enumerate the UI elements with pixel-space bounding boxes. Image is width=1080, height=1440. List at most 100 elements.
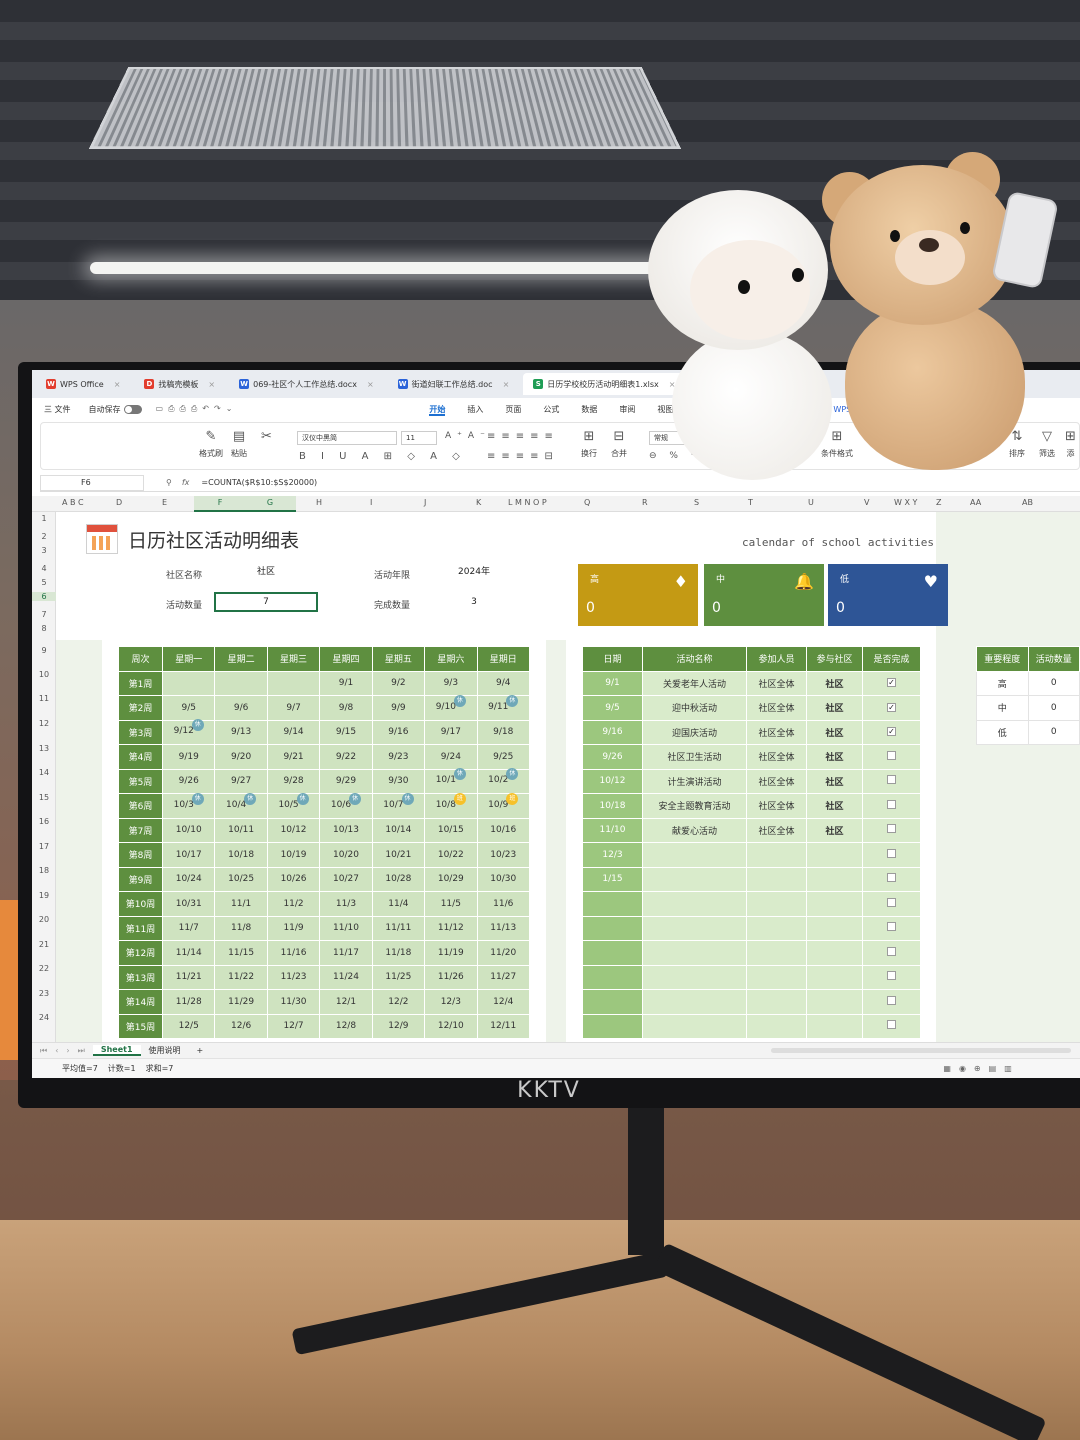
calendar-day[interactable]: 10/26 <box>266 866 321 892</box>
calendar-day[interactable]: 9/8 <box>319 695 373 721</box>
alignment-buttons[interactable]: ≡≡≡≡≡ <box>487 431 559 442</box>
calendar-day[interactable]: 10/16 <box>476 817 531 843</box>
activity-people[interactable]: 社区全体 <box>746 817 807 843</box>
calendar-day[interactable]: 11/23 <box>266 964 321 990</box>
calendar-day[interactable]: 11/12 <box>424 915 478 941</box>
calendar-day[interactable]: 9/9 <box>371 695 426 721</box>
activity-community[interactable] <box>806 842 863 868</box>
activity-date[interactable]: 9/16 <box>582 719 643 745</box>
calendar-day[interactable]: 9/26 <box>161 768 216 794</box>
calendar-day[interactable]: 10/29 <box>424 866 478 892</box>
column-label[interactable]: AB <box>1022 498 1033 507</box>
activity-name[interactable] <box>642 989 747 1015</box>
calendar-day[interactable]: 10/11 <box>214 817 268 843</box>
calendar-day[interactable]: 9/18 <box>476 719 531 745</box>
row-label[interactable]: 5 <box>32 578 56 587</box>
activity-community[interactable] <box>806 891 863 917</box>
activity-name[interactable]: 迎中秋活动 <box>642 695 747 721</box>
row-label[interactable]: 22 <box>32 964 56 973</box>
completion-checkbox[interactable] <box>887 848 896 858</box>
calendar-day[interactable]: 10/30 <box>476 866 531 892</box>
calendar-day[interactable]: 10/20 <box>319 842 373 868</box>
completion-checkbox[interactable]: ✓ <box>887 678 896 688</box>
activity-name[interactable] <box>642 891 747 917</box>
calendar-day[interactable]: 10/23 <box>476 842 531 868</box>
activity-people[interactable] <box>746 915 807 941</box>
name-box[interactable]: F6 <box>40 474 144 491</box>
calendar-day[interactable]: 10/10 <box>161 817 216 843</box>
formula-input[interactable]: =COUNTA($R$10:$S$20000) <box>201 478 317 487</box>
completion-checkbox[interactable] <box>887 995 896 1005</box>
calendar-day[interactable]: 9/24 <box>424 744 478 770</box>
close-icon[interactable]: × <box>367 380 374 389</box>
activity-date[interactable] <box>582 915 643 941</box>
sheet-tab-sheet1[interactable]: Sheet1 <box>92 1045 141 1056</box>
calendar-day[interactable] <box>161 670 216 696</box>
completion-checkbox[interactable]: ✓ <box>887 702 896 712</box>
column-label[interactable]: Q <box>584 498 590 507</box>
cut-button[interactable]: ✂ <box>261 429 272 444</box>
row-label[interactable]: 1 <box>32 514 56 523</box>
calendar-day[interactable]: 9/22 <box>319 744 373 770</box>
count-field[interactable]: 7 <box>214 592 318 612</box>
activity-date[interactable]: 9/26 <box>582 744 643 770</box>
row-label[interactable]: 15 <box>32 793 56 802</box>
completion-checkbox[interactable] <box>887 946 896 956</box>
calendar-day[interactable]: 11/15 <box>214 940 268 966</box>
calendar-day[interactable]: 12/8 <box>319 1013 373 1039</box>
activity-community[interactable] <box>806 915 863 941</box>
activity-done[interactable]: ✓ <box>862 670 921 696</box>
calendar-day[interactable]: 9/4 <box>476 670 531 696</box>
calendar-day[interactable]: 10/2休 <box>476 768 531 794</box>
row-label[interactable]: 13 <box>32 744 56 753</box>
activity-community[interactable] <box>806 940 863 966</box>
calendar-day[interactable]: 10/5休 <box>266 792 321 819</box>
calendar-day[interactable] <box>214 670 268 696</box>
quick-access-icons[interactable]: ▭⎙⎙⎙↶↷⌄ <box>156 404 238 414</box>
activity-community[interactable]: 社区 <box>806 744 863 770</box>
row-label[interactable]: 8 <box>32 624 56 633</box>
calendar-day[interactable]: 10/28 <box>371 866 426 892</box>
column-label[interactable]: W X Y <box>894 498 917 507</box>
alignment-buttons-row2[interactable]: ≡≡≡≡⊟ <box>487 451 559 462</box>
column-label[interactable]: E <box>162 498 167 507</box>
activity-community[interactable] <box>806 964 863 990</box>
horizontal-scrollbar[interactable] <box>771 1048 1072 1053</box>
calendar-day[interactable]: 9/25 <box>476 744 531 770</box>
menu-item[interactable]: 审阅 <box>619 405 635 414</box>
activity-community[interactable]: 社区 <box>806 768 863 794</box>
calendar-day[interactable]: 9/27 <box>214 768 268 794</box>
calendar-day[interactable]: 11/16 <box>266 940 321 966</box>
activity-done[interactable] <box>862 1013 921 1039</box>
activity-done[interactable] <box>862 842 921 868</box>
row-label[interactable]: 9 <box>32 646 56 655</box>
activity-name[interactable]: 关爱老年人活动 <box>642 670 747 696</box>
calendar-day[interactable]: 9/1 <box>319 670 373 696</box>
column-label[interactable]: F <box>194 496 246 512</box>
activity-community[interactable]: 社区 <box>806 670 863 696</box>
font-size-select[interactable]: 11 <box>401 431 437 445</box>
filter-button[interactable]: ▽ 筛选 <box>1039 429 1055 459</box>
activity-done[interactable] <box>862 866 921 892</box>
column-label[interactable]: Z <box>936 498 941 507</box>
calendar-day[interactable]: 10/21 <box>371 842 426 868</box>
activity-community[interactable]: 社区 <box>806 817 863 843</box>
activity-date[interactable]: 12/3 <box>582 842 643 868</box>
row-label[interactable]: 17 <box>32 842 56 851</box>
calendar-day[interactable]: 10/22 <box>424 842 478 868</box>
calendar-day[interactable]: 12/1 <box>319 989 373 1015</box>
row-label[interactable]: 2 <box>32 532 56 541</box>
activity-name[interactable]: 计生演讲活动 <box>642 768 747 794</box>
calendar-day[interactable]: 9/14 <box>266 719 321 745</box>
calendar-day[interactable]: 11/10 <box>319 915 373 941</box>
menu-item[interactable]: 插入 <box>467 405 483 414</box>
sheet-nav-arrows[interactable]: ⏮‹›⏭ <box>40 1046 93 1056</box>
font-name-select[interactable]: 汉仪中黑简 <box>297 431 397 445</box>
activity-done[interactable] <box>862 915 921 941</box>
calendar-day[interactable]: 11/24 <box>319 964 373 990</box>
calendar-day[interactable]: 10/7休 <box>371 792 426 819</box>
calendar-day[interactable]: 11/22 <box>214 964 268 990</box>
activity-people[interactable] <box>746 989 807 1015</box>
calendar-day[interactable]: 10/18 <box>214 842 268 868</box>
row-label[interactable]: 20 <box>32 915 56 924</box>
